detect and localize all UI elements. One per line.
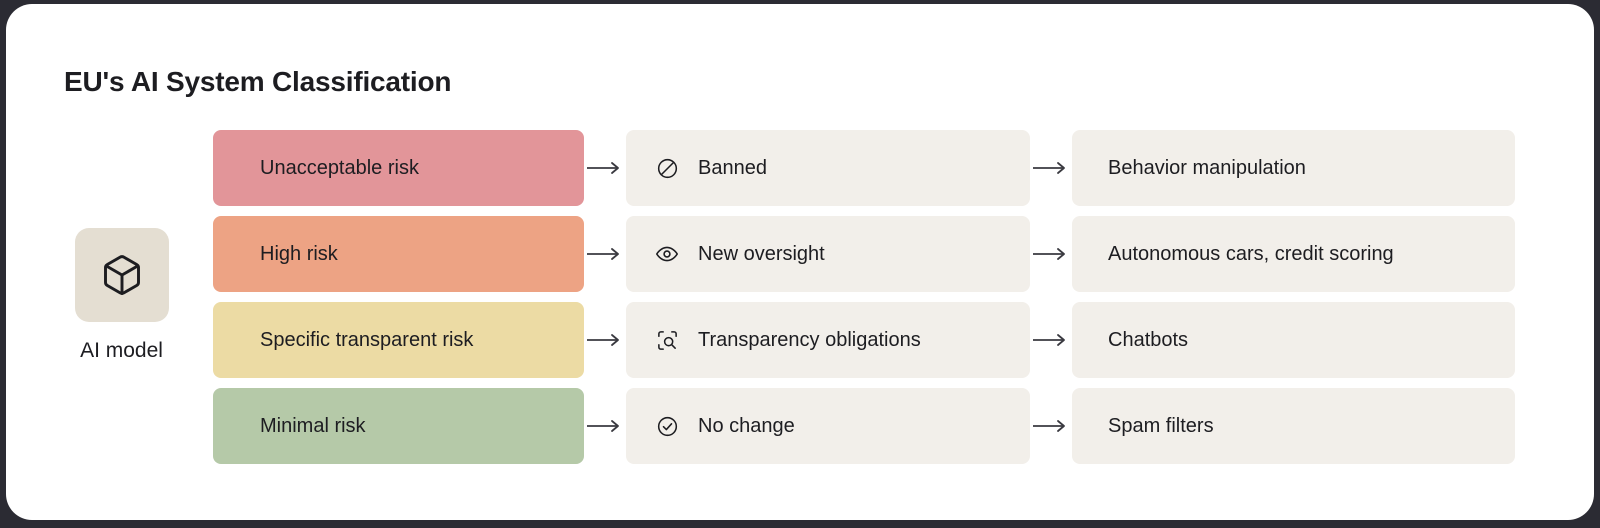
risk-label: Minimal risk [260, 414, 366, 437]
table-row: Unacceptable risk Banned Behavior manipu… [213, 130, 1515, 206]
action-label: Banned [698, 156, 767, 179]
risk-label: High risk [260, 242, 338, 265]
eye-icon [654, 241, 680, 267]
action-box-no-change[interactable]: No change [626, 388, 1030, 464]
example-label: Chatbots [1108, 328, 1189, 351]
example-label: Spam filters [1108, 414, 1214, 437]
arrow-risk-to-action-icon [584, 388, 626, 464]
risk-label: Specific transparent risk [260, 328, 474, 351]
ban-icon [654, 155, 680, 181]
ai-model-tile [74, 228, 169, 322]
arrow-risk-to-action-icon [584, 302, 626, 378]
cube-icon [100, 253, 144, 297]
risk-box-unacceptable[interactable]: Unacceptable risk [213, 130, 584, 206]
action-label: No change [698, 414, 795, 437]
scan-search-icon [654, 327, 680, 353]
example-box-spam-filters[interactable]: Spam filters [1072, 388, 1515, 464]
action-box-banned[interactable]: Banned [626, 130, 1030, 206]
example-box-autonomous-cars[interactable]: Autonomous cars, credit scoring [1072, 216, 1515, 292]
risk-box-minimal[interactable]: Minimal risk [213, 388, 584, 464]
arrow-action-to-example-icon [1030, 216, 1072, 292]
ai-model-node: AI model [64, 228, 179, 363]
example-label: Behavior manipulation [1108, 156, 1306, 179]
check-circle-icon [654, 413, 680, 439]
arrow-action-to-example-icon [1030, 302, 1072, 378]
table-row: High risk New oversight Autonomous cars,… [213, 216, 1515, 292]
arrow-action-to-example-icon [1030, 388, 1072, 464]
risk-box-high[interactable]: High risk [213, 216, 584, 292]
table-row: Specific transparent risk Transparency o… [213, 302, 1515, 378]
arrow-action-to-example-icon [1030, 130, 1072, 206]
arrow-risk-to-action-icon [584, 130, 626, 206]
action-label: New oversight [698, 242, 825, 265]
diagram-card: EU's AI System Classification AI model U… [6, 4, 1594, 520]
table-row: Minimal risk No change Spam filters [213, 388, 1515, 464]
action-box-transparency-obligations[interactable]: Transparency obligations [626, 302, 1030, 378]
arrow-risk-to-action-icon [584, 216, 626, 292]
example-box-behavior-manipulation[interactable]: Behavior manipulation [1072, 130, 1515, 206]
example-box-chatbots[interactable]: Chatbots [1072, 302, 1515, 378]
page-title: EU's AI System Classification [64, 66, 452, 97]
example-label: Autonomous cars, credit scoring [1108, 242, 1394, 265]
classification-rows: Unacceptable risk Banned Behavior manipu… [213, 130, 1515, 464]
risk-label: Unacceptable risk [260, 156, 419, 179]
ai-model-label: AI model [80, 339, 163, 362]
screenshot-stage: EU's AI System Classification AI model U… [0, 0, 1600, 528]
risk-box-specific-transparent[interactable]: Specific transparent risk [213, 302, 584, 378]
action-box-new-oversight[interactable]: New oversight [626, 216, 1030, 292]
action-label: Transparency obligations [698, 328, 921, 351]
